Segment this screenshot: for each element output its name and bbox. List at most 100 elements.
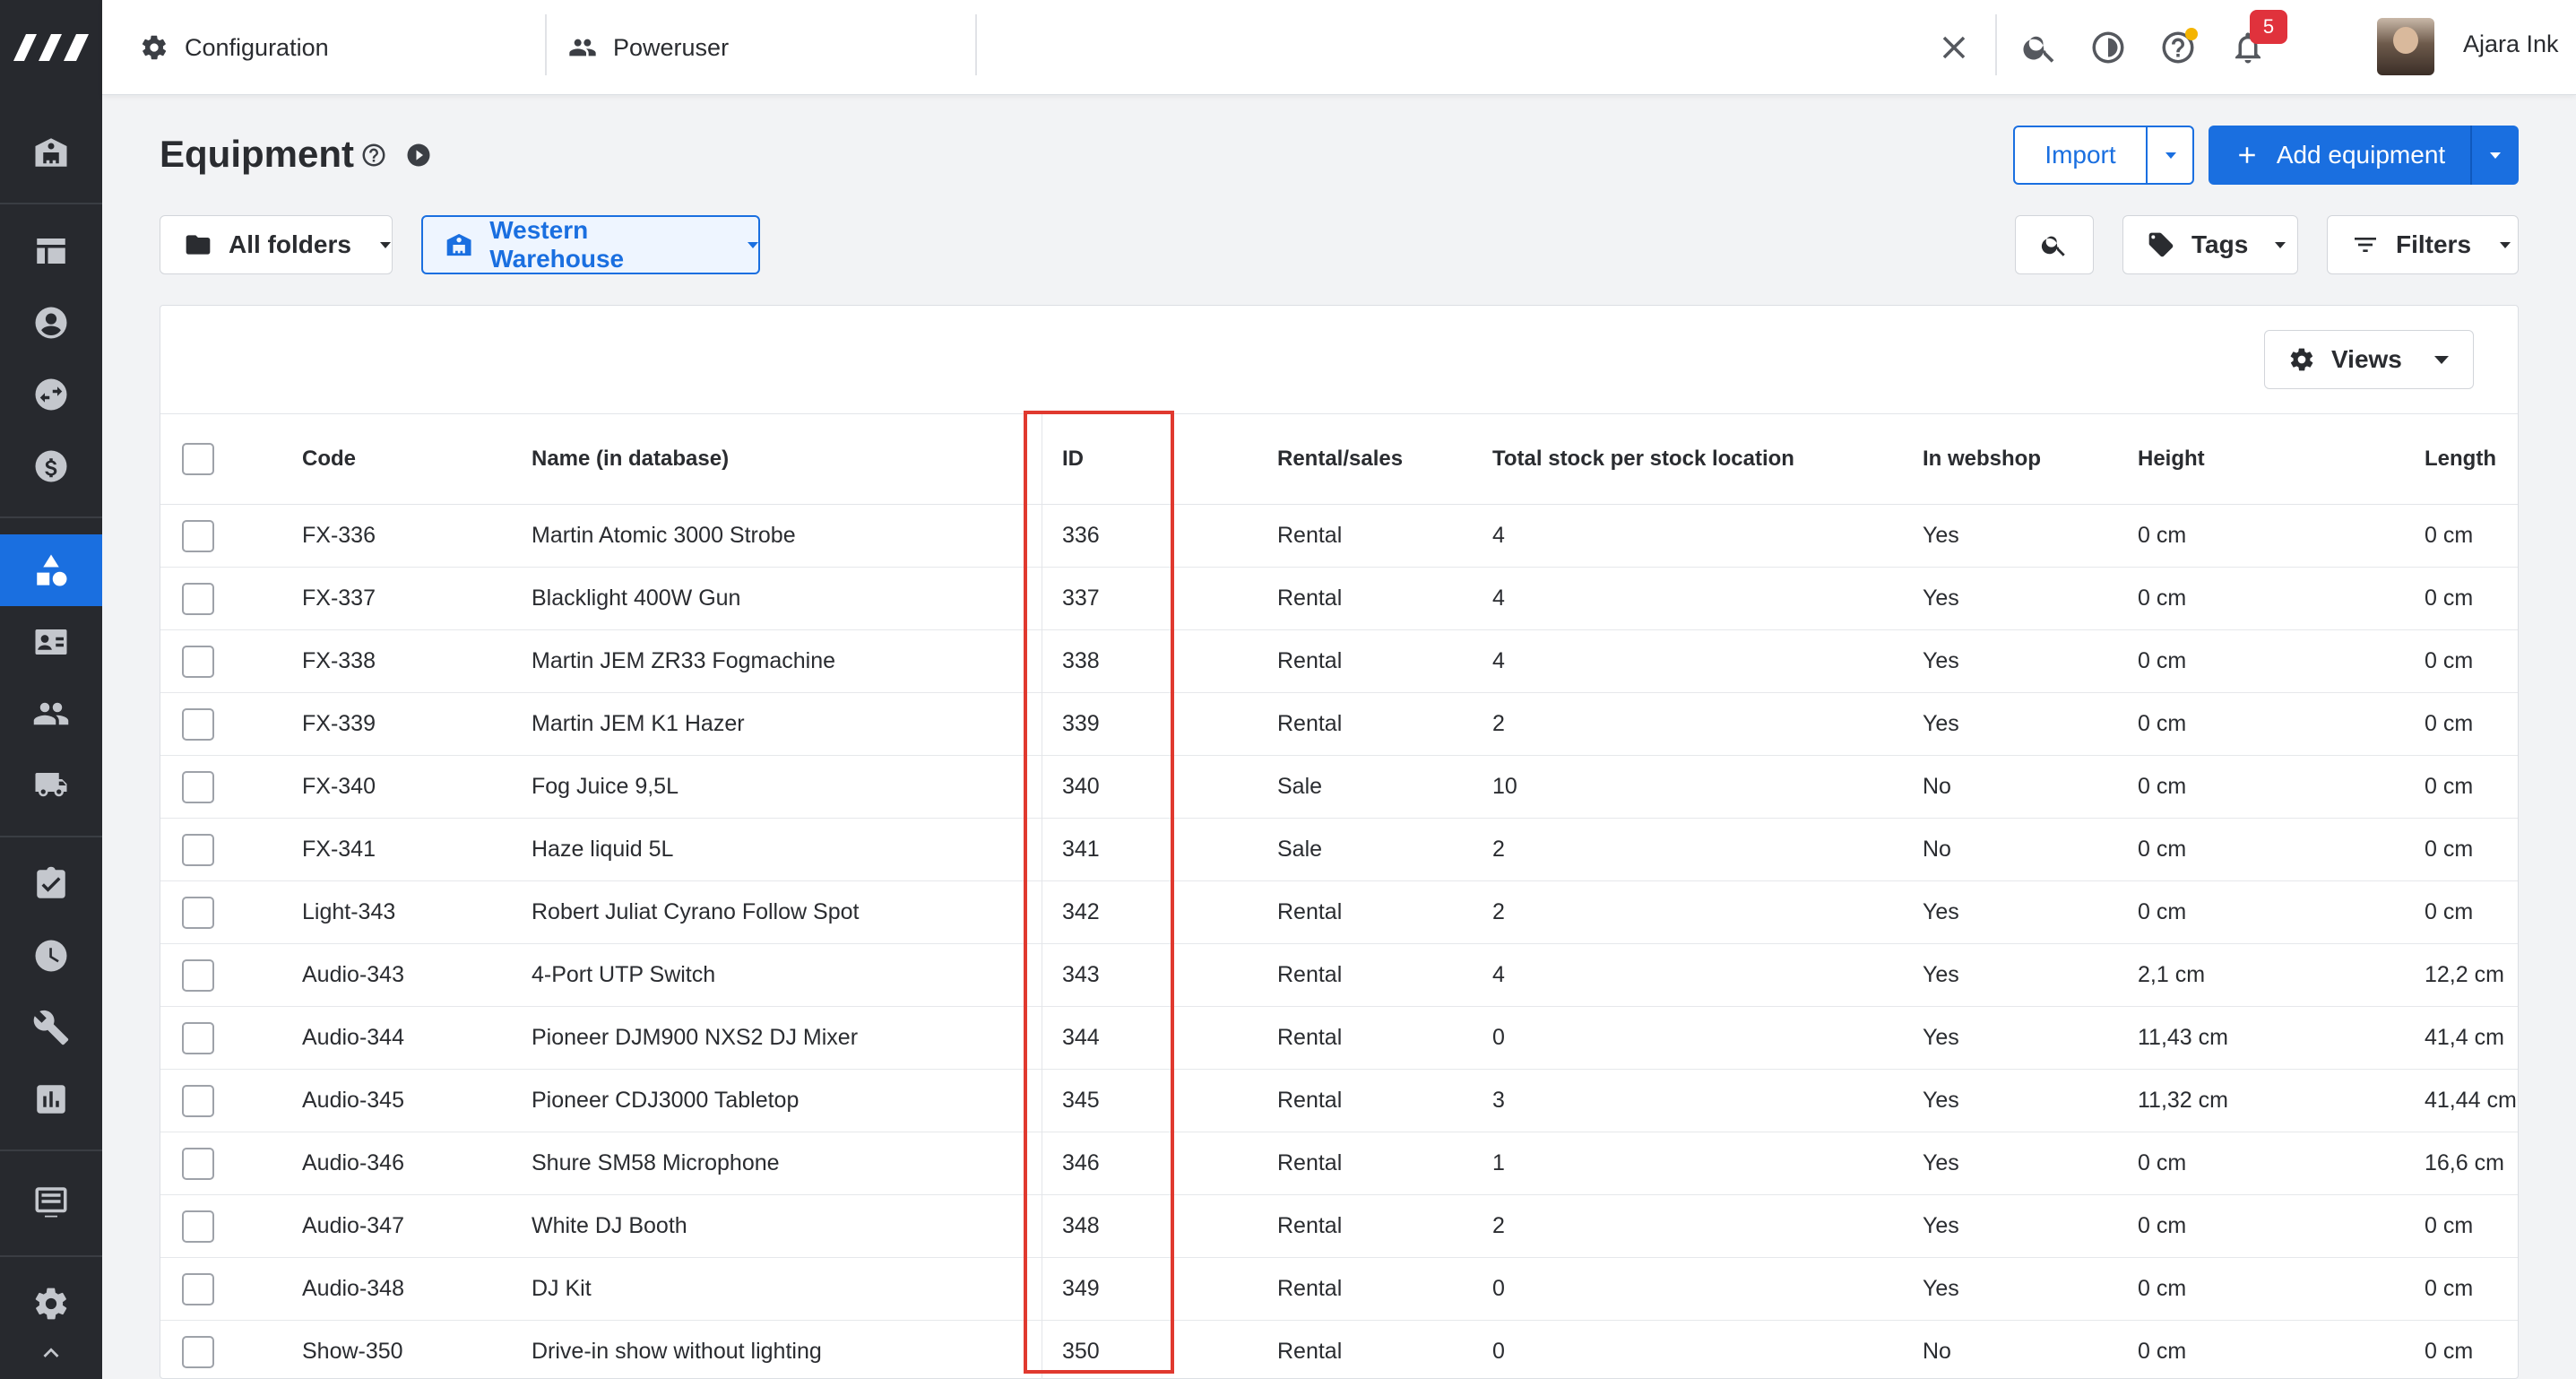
sidebar-item-maintenance[interactable] — [0, 992, 102, 1063]
truck-icon — [35, 773, 67, 797]
sidebar-item-reports[interactable] — [0, 1063, 102, 1135]
cell-id: 336 — [1062, 523, 1100, 548]
theme-toggle[interactable] — [2083, 22, 2133, 73]
column-header-total-stock[interactable]: Total stock per stock location — [1492, 447, 1794, 472]
cell-length: 0 cm — [2425, 1213, 2474, 1238]
cell-length: 41,4 cm — [2425, 1025, 2504, 1050]
list-box-icon — [35, 1187, 67, 1218]
avatar[interactable] — [2377, 18, 2434, 75]
play-video-icon[interactable] — [405, 142, 432, 169]
cell-length: 41,44 cm — [2425, 1088, 2517, 1113]
row-checkbox[interactable] — [182, 771, 214, 803]
user-name[interactable]: Ajara Ink — [2463, 30, 2559, 58]
row-checkbox[interactable] — [182, 1022, 214, 1054]
row-checkbox[interactable] — [182, 897, 214, 929]
table-row[interactable]: Show-350 Drive-in show without lighting 35… — [160, 1321, 2518, 1378]
sidebar-collapse[interactable] — [0, 1327, 102, 1379]
sidebar-item-crew[interactable] — [0, 606, 102, 678]
table-row[interactable]: Audio-345 Pioneer CDJ3000 Tabletop 345 Rent… — [160, 1070, 2518, 1132]
sidebar-item-contacts[interactable] — [0, 287, 102, 359]
folder-filter-label: All folders — [229, 230, 351, 258]
table-row[interactable]: FX-339 Martin JEM K1 Hazer 339 Rental 2 Yes 0 … — [160, 693, 2518, 756]
table-search-button[interactable] — [2015, 215, 2094, 274]
select-all-checkbox[interactable] — [182, 443, 214, 475]
column-header-height[interactable]: Height — [2138, 447, 2205, 472]
table-row[interactable]: FX-340 Fog Juice 9,5L 340 Sale 10 No 0 cm 0 cm — [160, 756, 2518, 819]
table-row[interactable]: Light-343 Robert Juliat Cyrano Follow Spo… — [160, 881, 2518, 944]
sidebar-item-finance[interactable] — [0, 430, 102, 502]
close-button[interactable] — [1929, 22, 1979, 73]
sidebar-item-people[interactable] — [0, 678, 102, 750]
cell-in-webshop: No — [1923, 774, 1951, 799]
help-circle-icon[interactable] — [360, 142, 387, 169]
import-button[interactable]: Import — [2015, 141, 2146, 169]
poweruser-link[interactable]: Poweruser — [568, 0, 729, 95]
table-row[interactable]: FX-338 Martin JEM ZR33 Fogmachine 338 Renta… — [160, 630, 2518, 693]
row-checkbox[interactable] — [182, 708, 214, 741]
sidebar-item-planner[interactable] — [0, 215, 102, 287]
table-row[interactable]: Audio-344 Pioneer DJM900 NXS2 DJ Mixer 344… — [160, 1007, 2518, 1070]
sidebar-item-notes[interactable] — [0, 1166, 102, 1237]
row-checkbox[interactable] — [182, 1085, 214, 1117]
row-checkbox[interactable] — [182, 646, 214, 678]
column-header-in-webshop[interactable]: In webshop — [1923, 447, 2041, 472]
notifications-button[interactable]: 5 — [2223, 10, 2287, 73]
filter-lines-icon — [2355, 238, 2376, 252]
sidebar-item-transfers[interactable] — [0, 359, 102, 430]
cell-length: 0 cm — [2425, 1339, 2474, 1364]
help-button[interactable] — [2153, 22, 2203, 73]
warehouse-filter[interactable]: Western Warehouse — [421, 215, 760, 274]
sidebar-item-warehouse[interactable] — [0, 117, 102, 188]
cell-name: Haze liquid 5L — [532, 837, 674, 862]
configuration-link[interactable]: Configuration — [140, 0, 329, 95]
search-button[interactable] — [2015, 22, 2065, 73]
add-dropdown-toggle[interactable] — [2472, 126, 2519, 185]
cell-height: 11,32 cm — [2138, 1088, 2228, 1113]
table-row[interactable]: FX-341 Haze liquid 5L 341 Sale 2 No 0 cm 0 cm — [160, 819, 2518, 881]
row-checkbox[interactable] — [182, 520, 214, 552]
sidebar-item-tasks[interactable] — [0, 848, 102, 920]
logo[interactable] — [0, 0, 102, 95]
add-equipment-button[interactable]: Add equipment — [2209, 126, 2470, 185]
cell-code: Audio-343 — [302, 962, 404, 987]
row-checkbox[interactable] — [182, 1273, 214, 1305]
caret-down-icon — [2165, 152, 2176, 159]
caret-down-icon — [2275, 241, 2286, 248]
table-row[interactable]: FX-337 Blacklight 400W Gun 337 Rental 4 Yes 0 … — [160, 568, 2518, 630]
table-row[interactable]: Audio-343 4-Port UTP Switch 343 Rental 4 Yes 2… — [160, 944, 2518, 1007]
tags-filter[interactable]: Tags — [2122, 215, 2298, 274]
row-checkbox[interactable] — [182, 1148, 214, 1180]
table-row[interactable]: Audio-347 White DJ Booth 348 Rental 2 Yes 0 cm… — [160, 1195, 2518, 1258]
add-equipment-button-group: Add equipment — [2209, 126, 2519, 185]
row-checkbox[interactable] — [182, 1336, 214, 1368]
table-row[interactable]: Audio-348 DJ Kit 349 Rental 0 Yes 0 cm 0 cm — [160, 1258, 2518, 1321]
views-button[interactable]: Views — [2264, 330, 2474, 389]
cell-in-webshop: Yes — [1923, 1025, 1959, 1050]
column-header-code[interactable]: Code — [302, 447, 356, 472]
cell-rental-sales: Rental — [1277, 711, 1343, 736]
sidebar-item-equipment[interactable] — [0, 534, 102, 606]
cell-id: 345 — [1062, 1088, 1100, 1113]
folder-filter[interactable]: All folders — [160, 215, 393, 274]
cell-total-stock: 1 — [1492, 1150, 1505, 1175]
row-checkbox[interactable] — [182, 1210, 214, 1243]
dollar-icon — [35, 450, 67, 482]
filters-button[interactable]: Filters — [2327, 215, 2519, 274]
column-header-id[interactable]: ID — [1062, 447, 1084, 472]
import-dropdown-toggle[interactable] — [2148, 127, 2194, 183]
column-header-name[interactable]: Name (in database) — [532, 447, 729, 472]
row-checkbox[interactable] — [182, 834, 214, 866]
cell-height: 0 cm — [2138, 1150, 2187, 1175]
sidebar-item-transport[interactable] — [0, 750, 102, 821]
cell-height: 0 cm — [2138, 1276, 2187, 1301]
cell-code: FX-340 — [302, 774, 376, 799]
table-row[interactable]: FX-336 Martin Atomic 3000 Strobe 336 Rental… — [160, 505, 2518, 568]
sidebar-item-time[interactable] — [0, 920, 102, 992]
search-icon — [2023, 36, 2054, 63]
table-row[interactable]: Audio-346 Shure SM58 Microphone 346 Rental 1… — [160, 1132, 2518, 1195]
column-header-rental-sales[interactable]: Rental/sales — [1277, 447, 1403, 472]
row-checkbox[interactable] — [182, 583, 214, 615]
column-header-length[interactable]: Length — [2425, 447, 2496, 472]
row-checkbox[interactable] — [182, 959, 214, 992]
cell-id: 346 — [1062, 1150, 1100, 1175]
